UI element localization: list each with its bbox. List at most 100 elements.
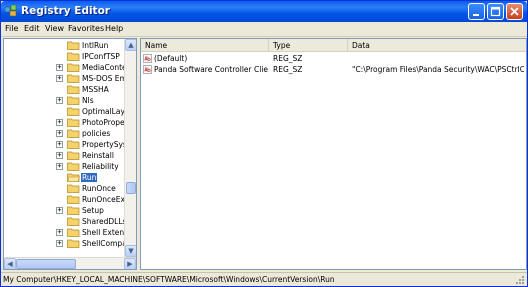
minimize-button[interactable] [468,3,485,20]
expand-icon[interactable]: + [56,97,63,104]
column-header-data[interactable]: Data [348,39,526,52]
tree-item[interactable]: SharedDLLs [4,216,125,227]
menu-bar: File Edit View Favorites Help [1,22,527,37]
tree-item[interactable]: IntlRun [4,40,125,51]
expand-icon[interactable]: + [56,64,63,71]
folder-icon [67,63,80,72]
tree-item-label: policies [82,129,111,138]
scroll-left-button[interactable]: ◀ [4,258,16,269]
folder-icon [67,206,80,215]
maximize-icon [490,6,501,17]
values-list-pane[interactable]: Name Type Data (Default) REG_SZ Panda Soft… [140,38,527,270]
tree-item-label: Run [81,173,98,182]
tree-item[interactable]: + MS-DOS Emul [4,73,125,84]
tree-item[interactable]: + MediaContentI [4,62,125,73]
tree-item-label: RunOnce [82,184,116,193]
tree-vertical-scrollbar[interactable]: ▲ ▼ [124,39,136,257]
menu-favorites[interactable]: Favorites [68,24,104,33]
tree-item[interactable]: + policies [4,128,125,139]
value-name: Panda Software Controller Client [154,65,268,74]
tree-item-label: Reinstall [82,151,114,160]
tree-item[interactable]: + PropertySyste [4,139,125,150]
menu-file[interactable]: File [5,24,18,33]
folder-icon [67,129,80,138]
tree-item-label: Nls [82,96,94,105]
tree-item-label: Reliability [82,162,119,171]
menu-view[interactable]: View [45,24,64,33]
menu-edit[interactable]: Edit [24,24,40,33]
tree-item-label: ShellCompatib [82,239,125,248]
tree-horizontal-scrollbar[interactable]: ◀ ▶ [4,257,136,269]
minimize-icon [473,14,479,16]
tree-item[interactable]: Run [4,172,125,183]
string-value-icon [143,54,152,63]
value-type: REG_SZ [273,65,303,74]
tree-item[interactable]: RunOnce [4,183,125,194]
folder-icon [67,140,80,149]
tree-item[interactable]: + Shell Extensic [4,227,125,238]
tree-item[interactable]: IPConfTSP [4,51,125,62]
tree-item-label: MS-DOS Emul [82,74,125,83]
registry-editor-window: Registry Editor File Edit View Favorites… [0,0,528,287]
key-tree-pane[interactable]: IntlRun IPConfTSP + MediaContentI + MS-DOS Em… [3,38,137,270]
expand-icon[interactable]: + [56,163,63,170]
expand-icon[interactable]: + [56,130,63,137]
value-data: "C:\Program Files\Panda Security\WAC\PSC… [352,65,524,74]
tree-item[interactable]: + Reliability [4,161,125,172]
tree-item[interactable]: + Setup [4,205,125,216]
tree-item[interactable]: + PhotoPropert [4,117,125,128]
folder-icon [67,107,80,116]
tree-item[interactable]: + Nls [4,95,125,106]
value-row[interactable]: Panda Software Controller Client REG_SZ "C… [141,64,526,75]
expand-icon[interactable]: + [56,229,63,236]
window-title: Registry Editor [21,5,110,17]
expand-icon[interactable]: + [56,240,63,247]
tree-item-label: MediaContentI [82,63,125,72]
tree-item-label: SharedDLLs [82,217,125,226]
tree-vertical-scroll-thumb[interactable] [126,182,136,195]
tree-item[interactable]: MSSHA [4,84,125,95]
expand-icon[interactable]: + [56,141,63,148]
scroll-right-button[interactable]: ▶ [124,258,136,269]
value-type: REG_SZ [273,54,303,63]
tree-item[interactable]: OptimalLayou [4,106,125,117]
maximize-button[interactable] [487,3,504,20]
string-value-icon [143,65,152,74]
column-header-type[interactable]: Type [269,39,348,52]
tree-item-label: Setup [82,206,104,215]
status-bar: My Computer\HKEY_LOCAL_MACHINE\SOFTWARE\… [1,272,527,286]
tree-item-label: OptimalLayou [82,107,125,116]
scroll-down-button[interactable]: ▼ [125,245,136,257]
scroll-up-button[interactable]: ▲ [125,39,136,51]
value-row[interactable]: (Default) REG_SZ [141,53,526,64]
folder-icon [67,52,80,61]
close-button[interactable] [506,3,523,20]
title-bar[interactable]: Registry Editor [1,1,527,22]
folder-icon [67,85,80,94]
expand-icon[interactable]: + [56,75,63,82]
tree-horizontal-scroll-thumb[interactable] [16,259,76,269]
column-header-name[interactable]: Name [141,39,269,52]
folder-icon [67,239,80,248]
folder-icon [67,41,80,50]
resize-grip-icon[interactable] [515,275,525,285]
tree-item-label: PhotoPropert [82,118,125,127]
status-path: My Computer\HKEY_LOCAL_MACHINE\SOFTWARE\… [3,275,335,284]
folder-icon [67,118,80,127]
folder-icon [67,74,80,83]
tree-item[interactable]: + ShellCompatib [4,238,125,249]
menu-help[interactable]: Help [105,24,123,33]
expand-icon[interactable]: + [56,152,63,159]
tree-item-label: RunOnceEx [82,195,125,204]
column-headers: Name Type Data [141,39,526,52]
folder-icon [67,151,80,160]
tree-item[interactable]: RunOnceEx [4,194,125,205]
folder-icon [67,228,80,237]
tree-item-label: Shell Extensic [82,228,125,237]
tree-item-label: PropertySyste [82,140,125,149]
tree-item[interactable]: + Reinstall [4,150,125,161]
open-folder-icon [67,173,80,182]
expand-icon[interactable]: + [56,119,63,126]
expand-icon[interactable]: + [56,207,63,214]
tree-item-label: IntlRun [82,41,109,50]
